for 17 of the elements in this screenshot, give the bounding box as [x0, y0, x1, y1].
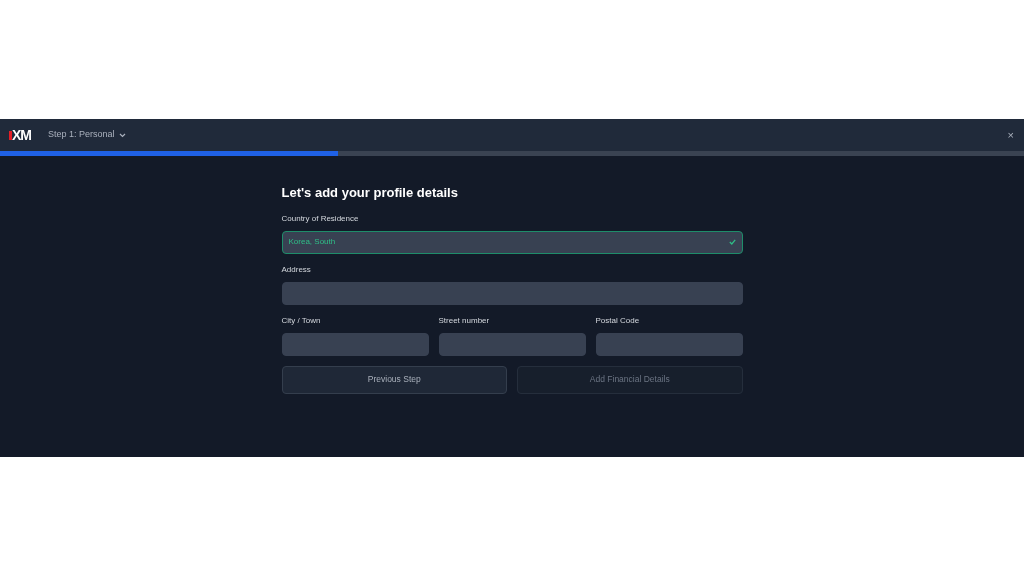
- logo: XM: [9, 124, 31, 146]
- field-label: City / Town: [281, 314, 322, 327]
- input-field[interactable]: [281, 281, 743, 305]
- input-field[interactable]: Korea, South: [281, 230, 743, 254]
- field-label: Postal Code: [595, 314, 641, 327]
- step-menu[interactable]: Step 1: Personal: [48, 128, 126, 142]
- check-icon: [728, 239, 736, 246]
- form-button[interactable]: Previous Step: [281, 365, 507, 394]
- field-label: Street number: [438, 314, 491, 327]
- input-field[interactable]: [595, 332, 743, 356]
- input-field[interactable]: [281, 332, 429, 356]
- field-label: Country of Residence: [281, 212, 360, 225]
- close-button[interactable]: ×: [1007, 129, 1014, 141]
- chevron-down-icon: [118, 132, 126, 138]
- form-title: Let's add your profile details: [281, 185, 459, 201]
- input-field[interactable]: [438, 332, 586, 356]
- field-label: Address: [281, 263, 312, 276]
